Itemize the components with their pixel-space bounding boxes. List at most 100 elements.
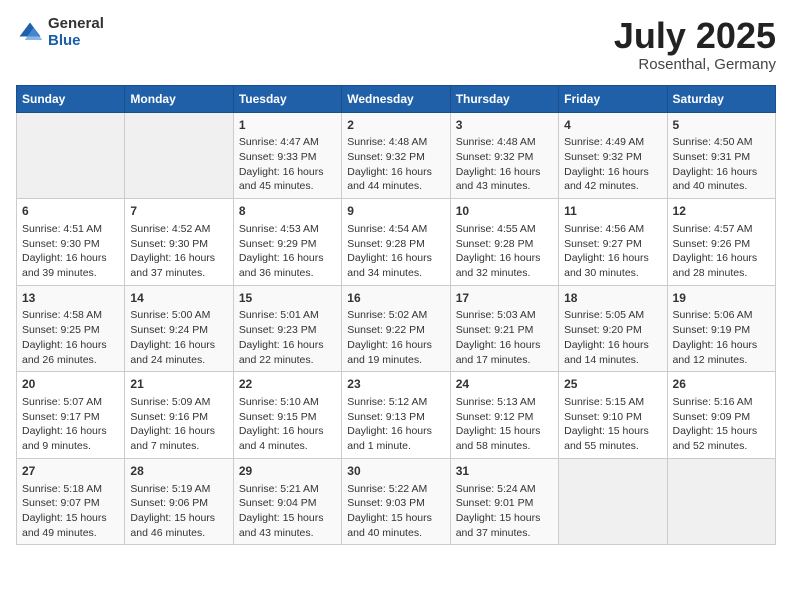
daylight-text: Daylight: 15 hours and 46 minutes. — [130, 511, 227, 540]
sunset-text: Sunset: 9:06 PM — [130, 496, 227, 511]
daylight-text: Daylight: 16 hours and 12 minutes. — [673, 338, 770, 367]
calendar-cell: 31Sunrise: 5:24 AMSunset: 9:01 PMDayligh… — [450, 458, 558, 545]
calendar-header-row: SundayMondayTuesdayWednesdayThursdayFrid… — [17, 85, 776, 112]
calendar-week-row: 27Sunrise: 5:18 AMSunset: 9:07 PMDayligh… — [17, 458, 776, 545]
daylight-text: Daylight: 16 hours and 9 minutes. — [22, 424, 119, 453]
calendar-cell: 23Sunrise: 5:12 AMSunset: 9:13 PMDayligh… — [342, 372, 450, 459]
sunset-text: Sunset: 9:25 PM — [22, 323, 119, 338]
calendar-cell: 24Sunrise: 5:13 AMSunset: 9:12 PMDayligh… — [450, 372, 558, 459]
sunrise-text: Sunrise: 5:00 AM — [130, 308, 227, 323]
day-number: 14 — [130, 290, 227, 307]
calendar-cell: 14Sunrise: 5:00 AMSunset: 9:24 PMDayligh… — [125, 285, 233, 372]
sunrise-text: Sunrise: 4:51 AM — [22, 222, 119, 237]
sunset-text: Sunset: 9:26 PM — [673, 237, 770, 252]
sunrise-text: Sunrise: 5:12 AM — [347, 395, 444, 410]
sunset-text: Sunset: 9:30 PM — [130, 237, 227, 252]
sunset-text: Sunset: 9:27 PM — [564, 237, 661, 252]
sunset-text: Sunset: 9:09 PM — [673, 410, 770, 425]
sunrise-text: Sunrise: 5:13 AM — [456, 395, 553, 410]
daylight-text: Daylight: 16 hours and 43 minutes. — [456, 165, 553, 194]
daylight-text: Daylight: 15 hours and 37 minutes. — [456, 511, 553, 540]
sunset-text: Sunset: 9:20 PM — [564, 323, 661, 338]
sunset-text: Sunset: 9:28 PM — [456, 237, 553, 252]
daylight-text: Daylight: 15 hours and 40 minutes. — [347, 511, 444, 540]
day-number: 18 — [564, 290, 661, 307]
sunset-text: Sunset: 9:30 PM — [22, 237, 119, 252]
day-number: 26 — [673, 376, 770, 393]
day-number: 16 — [347, 290, 444, 307]
daylight-text: Daylight: 16 hours and 34 minutes. — [347, 251, 444, 280]
day-number: 11 — [564, 203, 661, 220]
page-header: General Blue July 2025 Rosenthal, German… — [16, 16, 776, 73]
sunrise-text: Sunrise: 5:01 AM — [239, 308, 336, 323]
sunrise-text: Sunrise: 5:05 AM — [564, 308, 661, 323]
logo-icon — [16, 19, 44, 47]
sunrise-text: Sunrise: 4:56 AM — [564, 222, 661, 237]
calendar-cell: 26Sunrise: 5:16 AMSunset: 9:09 PMDayligh… — [667, 372, 775, 459]
sunrise-text: Sunrise: 4:52 AM — [130, 222, 227, 237]
sunset-text: Sunset: 9:29 PM — [239, 237, 336, 252]
calendar-week-row: 13Sunrise: 4:58 AMSunset: 9:25 PMDayligh… — [17, 285, 776, 372]
sunrise-text: Sunrise: 5:16 AM — [673, 395, 770, 410]
calendar-cell: 1Sunrise: 4:47 AMSunset: 9:33 PMDaylight… — [233, 112, 341, 199]
sunrise-text: Sunrise: 5:19 AM — [130, 482, 227, 497]
day-number: 29 — [239, 463, 336, 480]
sunrise-text: Sunrise: 5:02 AM — [347, 308, 444, 323]
col-header-tuesday: Tuesday — [233, 85, 341, 112]
daylight-text: Daylight: 16 hours and 44 minutes. — [347, 165, 444, 194]
calendar-cell: 11 Sunrise: 4:56 AMSunset: 9:27 PMDayligh… — [559, 199, 667, 286]
sunset-text: Sunset: 9:32 PM — [456, 150, 553, 165]
day-number: 2 — [347, 117, 444, 134]
calendar-week-row: 20Sunrise: 5:07 AMSunset: 9:17 PMDayligh… — [17, 372, 776, 459]
daylight-text: Daylight: 16 hours and 26 minutes. — [22, 338, 119, 367]
daylight-text: Daylight: 16 hours and 24 minutes. — [130, 338, 227, 367]
day-number: 7 — [130, 203, 227, 220]
day-number: 10 — [456, 203, 553, 220]
calendar-cell: 25Sunrise: 5:15 AMSunset: 9:10 PMDayligh… — [559, 372, 667, 459]
calendar-cell: 15Sunrise: 5:01 AMSunset: 9:23 PMDayligh… — [233, 285, 341, 372]
calendar-cell: 9Sunrise: 4:54 AMSunset: 9:28 PMDaylight… — [342, 199, 450, 286]
logo: General Blue — [16, 16, 104, 49]
daylight-text: Daylight: 16 hours and 40 minutes. — [673, 165, 770, 194]
sunrise-text: Sunrise: 4:55 AM — [456, 222, 553, 237]
calendar-cell: 6Sunrise: 4:51 AMSunset: 9:30 PMDaylight… — [17, 199, 125, 286]
daylight-text: Daylight: 16 hours and 30 minutes. — [564, 251, 661, 280]
sunrise-text: Sunrise: 5:03 AM — [456, 308, 553, 323]
sunset-text: Sunset: 9:22 PM — [347, 323, 444, 338]
sunset-text: Sunset: 9:12 PM — [456, 410, 553, 425]
sunrise-text: Sunrise: 5:15 AM — [564, 395, 661, 410]
col-header-thursday: Thursday — [450, 85, 558, 112]
calendar-cell: 2Sunrise: 4:48 AMSunset: 9:32 PMDaylight… — [342, 112, 450, 199]
sunrise-text: Sunrise: 4:48 AM — [347, 135, 444, 150]
sunrise-text: Sunrise: 4:47 AM — [239, 135, 336, 150]
day-number: 6 — [22, 203, 119, 220]
day-number: 13 — [22, 290, 119, 307]
sunset-text: Sunset: 9:32 PM — [347, 150, 444, 165]
sunrise-text: Sunrise: 5:18 AM — [22, 482, 119, 497]
calendar-cell — [559, 458, 667, 545]
sunrise-text: Sunrise: 5:24 AM — [456, 482, 553, 497]
calendar-cell: 3Sunrise: 4:48 AMSunset: 9:32 PMDaylight… — [450, 112, 558, 199]
day-number: 24 — [456, 376, 553, 393]
day-number: 22 — [239, 376, 336, 393]
daylight-text: Daylight: 15 hours and 55 minutes. — [564, 424, 661, 453]
sunset-text: Sunset: 9:23 PM — [239, 323, 336, 338]
calendar-cell — [17, 112, 125, 199]
sunset-text: Sunset: 9:33 PM — [239, 150, 336, 165]
daylight-text: Daylight: 16 hours and 14 minutes. — [564, 338, 661, 367]
calendar-week-row: 6Sunrise: 4:51 AMSunset: 9:30 PMDaylight… — [17, 199, 776, 286]
daylight-text: Daylight: 16 hours and 1 minute. — [347, 424, 444, 453]
col-header-wednesday: Wednesday — [342, 85, 450, 112]
daylight-text: Daylight: 15 hours and 49 minutes. — [22, 511, 119, 540]
calendar-cell: 17Sunrise: 5:03 AMSunset: 9:21 PMDayligh… — [450, 285, 558, 372]
day-number: 27 — [22, 463, 119, 480]
sunrise-text: Sunrise: 5:21 AM — [239, 482, 336, 497]
daylight-text: Daylight: 16 hours and 7 minutes. — [130, 424, 227, 453]
sunrise-text: Sunrise: 4:58 AM — [22, 308, 119, 323]
logo-text: General Blue — [48, 16, 104, 49]
month-year-title: July 2025 — [614, 16, 776, 56]
calendar-cell: 28Sunrise: 5:19 AMSunset: 9:06 PMDayligh… — [125, 458, 233, 545]
col-header-saturday: Saturday — [667, 85, 775, 112]
sunset-text: Sunset: 9:04 PM — [239, 496, 336, 511]
day-number: 4 — [564, 117, 661, 134]
